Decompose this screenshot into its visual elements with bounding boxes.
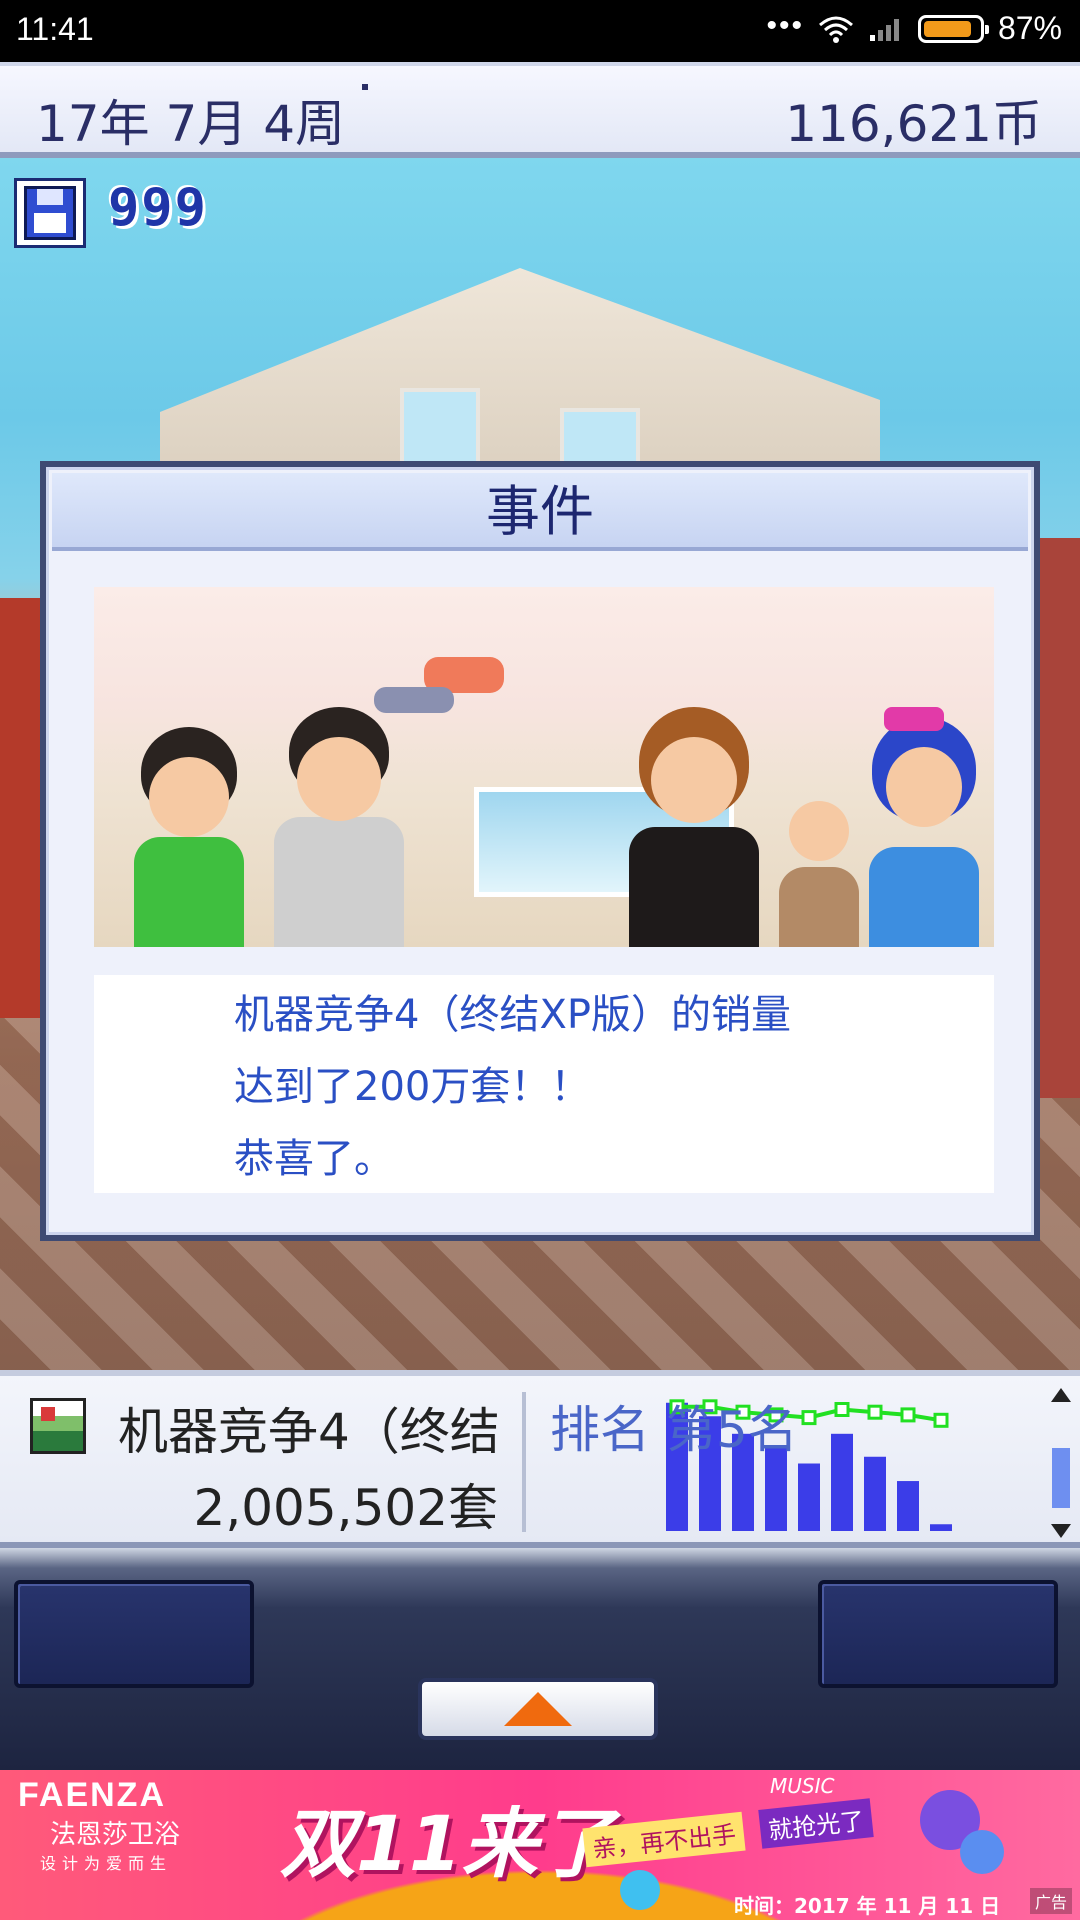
rank-point (801, 1410, 817, 1426)
balloon-icon (620, 1870, 660, 1910)
rank-point (834, 1402, 850, 1417)
ad-headline: 双11来了 (280, 1799, 614, 1888)
game-sales: 2,005,502套 (193, 1479, 498, 1537)
event-line: 恭喜了。 (234, 1136, 394, 1182)
sales-bar (798, 1463, 820, 1531)
rank-point (933, 1412, 949, 1428)
game-title: 机器竞争4（终结 (118, 1403, 500, 1461)
event-message: 机器竞争4（终结XP版）的销量 达到了200万套！！ 恭喜了。 (94, 975, 994, 1193)
up-arrow-icon (504, 1692, 572, 1726)
money-display: 116,621币 (785, 95, 1042, 153)
sales-bar (864, 1456, 886, 1531)
employee-figure (254, 697, 424, 947)
game-top-bar: 17年 7月 4周 116,621币 (0, 62, 1080, 158)
ad-banner[interactable]: FAENZA 法恩莎卫浴 设计为爱而生 MUSIC 双11来了 亲，再不出手 就… (0, 1770, 1080, 1920)
scroll-thumb[interactable] (1052, 1448, 1070, 1508)
ad-label: 广告 (1029, 1888, 1072, 1914)
dialog-title-bar: 事件 (52, 473, 1028, 551)
control-bar (0, 1548, 1080, 1770)
panel-divider (522, 1392, 526, 1532)
save-count: 999 (108, 178, 208, 238)
event-line: 机器竞争4（终结XP版）的销量 (234, 992, 791, 1038)
status-icons: ••• 87% (766, 8, 1062, 47)
battery-fill (923, 20, 971, 37)
event-line: 达到了200万套！！ (234, 1064, 591, 1110)
scroll-down-arrow-icon[interactable] (1051, 1524, 1071, 1538)
rank-label: 排名 第5名 (550, 1401, 798, 1459)
panel-scrollbar[interactable] (1048, 1388, 1074, 1538)
save-button[interactable] (14, 178, 86, 248)
signal-icon (869, 18, 899, 41)
battery-percent: 87% (997, 10, 1062, 46)
scroll-up-arrow-icon[interactable] (1051, 1388, 1071, 1402)
celebration-illustration (94, 587, 994, 947)
ad-brand-cn: 法恩莎卫浴 (50, 1820, 181, 1850)
balloon-icon (960, 1830, 1004, 1874)
clock: 11:41 (16, 11, 94, 47)
more-dots-icon: ••• (766, 8, 804, 42)
expand-up-button[interactable] (418, 1678, 658, 1740)
game-info-panel[interactable]: 机器竞争4（终结 2,005,502套 排名 第5名 (0, 1370, 1080, 1548)
ad-brand-sub: 设计为爱而生 (40, 1854, 173, 1873)
floppy-disk-icon (24, 186, 76, 240)
dialog-title: 事件 (486, 480, 594, 543)
right-menu-button[interactable] (818, 1580, 1058, 1688)
sales-bar (897, 1481, 919, 1531)
ad-tag: 就抢光了 (758, 1798, 874, 1849)
employee-figure (604, 697, 784, 947)
rank-point (900, 1407, 916, 1423)
employee-figure (854, 707, 994, 947)
game-cover-icon (30, 1398, 86, 1454)
wifi-icon (818, 16, 853, 43)
ad-date: 时间：2017 年 11 月 11 日 (734, 1894, 1001, 1918)
game-date: 17年 7月 4周 (36, 95, 346, 153)
employee-figure (364, 657, 524, 727)
rank-point (867, 1404, 883, 1420)
employee-figure (114, 717, 264, 947)
sales-bar (930, 1524, 952, 1531)
left-menu-button[interactable] (14, 1580, 254, 1688)
status-bar: 11:41 ••• 87% (0, 0, 1080, 62)
date-tick-mark (362, 84, 368, 90)
ad-brand: FAENZA (18, 1776, 166, 1814)
battery-icon (917, 14, 989, 43)
sales-bar (831, 1433, 853, 1531)
event-dialog[interactable]: 事件 机器竞争4（终结XP版）的销量 达到了200万套！！ 恭喜了。 (40, 461, 1040, 1241)
ad-music-label: MUSIC (770, 1774, 835, 1798)
